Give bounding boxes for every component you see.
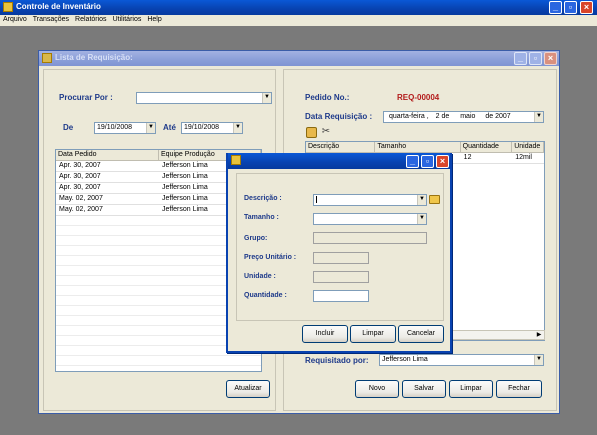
descricao-label: Descrição :	[244, 195, 282, 202]
col-descricao[interactable]: Descrição	[306, 142, 376, 152]
data-requisicao-label: Data Requisição :	[305, 112, 373, 121]
chevron-down-icon: ▼	[534, 355, 543, 365]
window-icon	[42, 53, 52, 63]
novo-button[interactable]: Novo	[355, 380, 399, 398]
maximize-icon[interactable]: ▫	[564, 1, 577, 14]
unidade-label: Unidade :	[244, 273, 276, 280]
ate-date-field[interactable]: 19/10/2008 ▼	[181, 122, 243, 134]
col-quantidade[interactable]: Quantidade	[461, 142, 513, 152]
close-icon[interactable]: ×	[544, 52, 557, 65]
chevron-down-icon: ▼	[146, 123, 155, 133]
de-label: De	[63, 123, 74, 132]
detail-header: Descrição Tamanho Quantidade Unidade	[306, 142, 544, 153]
close-icon[interactable]: ×	[436, 155, 449, 168]
chevron-down-icon: ▼	[417, 195, 426, 205]
requisitado-select[interactable]: Jefferson Lima ▼	[379, 354, 544, 366]
requisition-titlebar: Lista de Requisição: _ ▫ ×	[39, 51, 559, 66]
descricao-select[interactable]: ▼	[313, 194, 427, 206]
unidade-field	[313, 271, 369, 283]
menu-help[interactable]: Help	[147, 16, 161, 23]
menu-bar: Arquivo Transações Relatórios Utilitários He…	[0, 15, 597, 26]
scroll-right-icon[interactable]: ▶	[534, 331, 544, 339]
main-titlebar: Controle de Inventário _ ▫ ×	[0, 0, 597, 15]
tamanho-select[interactable]: ▼	[313, 213, 427, 225]
minimize-icon[interactable]: _	[406, 155, 419, 168]
remove-item-icon[interactable]: ✂	[320, 126, 332, 138]
maximize-icon[interactable]: ▫	[529, 52, 542, 65]
menu-utilitarios[interactable]: Utilitários	[113, 16, 142, 23]
tamanho-label: Tamanho :	[244, 214, 279, 221]
grupo-field	[313, 232, 427, 244]
maximize-icon[interactable]: ▫	[421, 155, 434, 168]
main-title: Controle de Inventário	[16, 2, 101, 11]
item-dialog: _ ▫ × Descrição : ▼ Tamanho : ▼ Grupo: P…	[226, 153, 452, 353]
preco-field	[313, 252, 369, 264]
menu-relatorios[interactable]: Relatórios	[75, 16, 107, 23]
atualizar-button[interactable]: Atualizar	[226, 380, 270, 398]
minimize-icon[interactable]: _	[514, 52, 527, 65]
chevron-down-icon: ▼	[262, 93, 271, 103]
procurar-select[interactable]: ▼	[136, 92, 272, 104]
quantidade-input[interactable]	[313, 290, 369, 302]
pedido-label: Pedido No.:	[305, 93, 350, 102]
item-dialog-titlebar: _ ▫ ×	[228, 153, 450, 169]
ate-label: Até	[163, 123, 176, 132]
add-item-icon[interactable]	[306, 127, 317, 138]
requisition-title: Lista de Requisição:	[55, 53, 133, 62]
limpar-dialog-button[interactable]: Limpar	[350, 325, 396, 343]
procurar-label: Procurar Por :	[59, 93, 113, 102]
menu-arquivo[interactable]: Arquivo	[3, 16, 27, 23]
fechar-button[interactable]: Fechar	[496, 380, 542, 398]
minimize-icon[interactable]: _	[549, 1, 562, 14]
chevron-down-icon: ▼	[417, 214, 426, 224]
preco-label: Preço Unitário :	[244, 254, 297, 261]
window-icon	[231, 155, 241, 165]
chevron-down-icon: ▼	[233, 123, 242, 133]
col-data-pedido[interactable]: Data Pedido	[56, 150, 159, 160]
chevron-down-icon: ▼	[534, 112, 543, 122]
pedido-number: REQ-00004	[397, 93, 440, 102]
data-requisicao-picker[interactable]: quarta-feira , 2 de maio de 2007 ▼	[383, 111, 544, 123]
close-icon[interactable]: ×	[580, 1, 593, 14]
limpar-button[interactable]: Limpar	[449, 380, 493, 398]
incluir-button[interactable]: Incluir	[302, 325, 348, 343]
salvar-button[interactable]: Salvar	[402, 380, 446, 398]
grupo-label: Grupo:	[244, 235, 268, 242]
menu-transacoes[interactable]: Transações	[33, 16, 69, 23]
cancelar-button[interactable]: Cancelar	[398, 325, 444, 343]
col-tamanho[interactable]: Tamanho	[375, 142, 461, 152]
requisitado-label: Requisitado por:	[305, 356, 369, 365]
de-date-field[interactable]: 19/10/2008 ▼	[94, 122, 156, 134]
open-folder-icon[interactable]	[429, 195, 440, 204]
col-unidade[interactable]: Unidade	[512, 142, 544, 152]
app-icon	[3, 2, 13, 12]
quantidade-label: Quantidade :	[244, 292, 287, 299]
